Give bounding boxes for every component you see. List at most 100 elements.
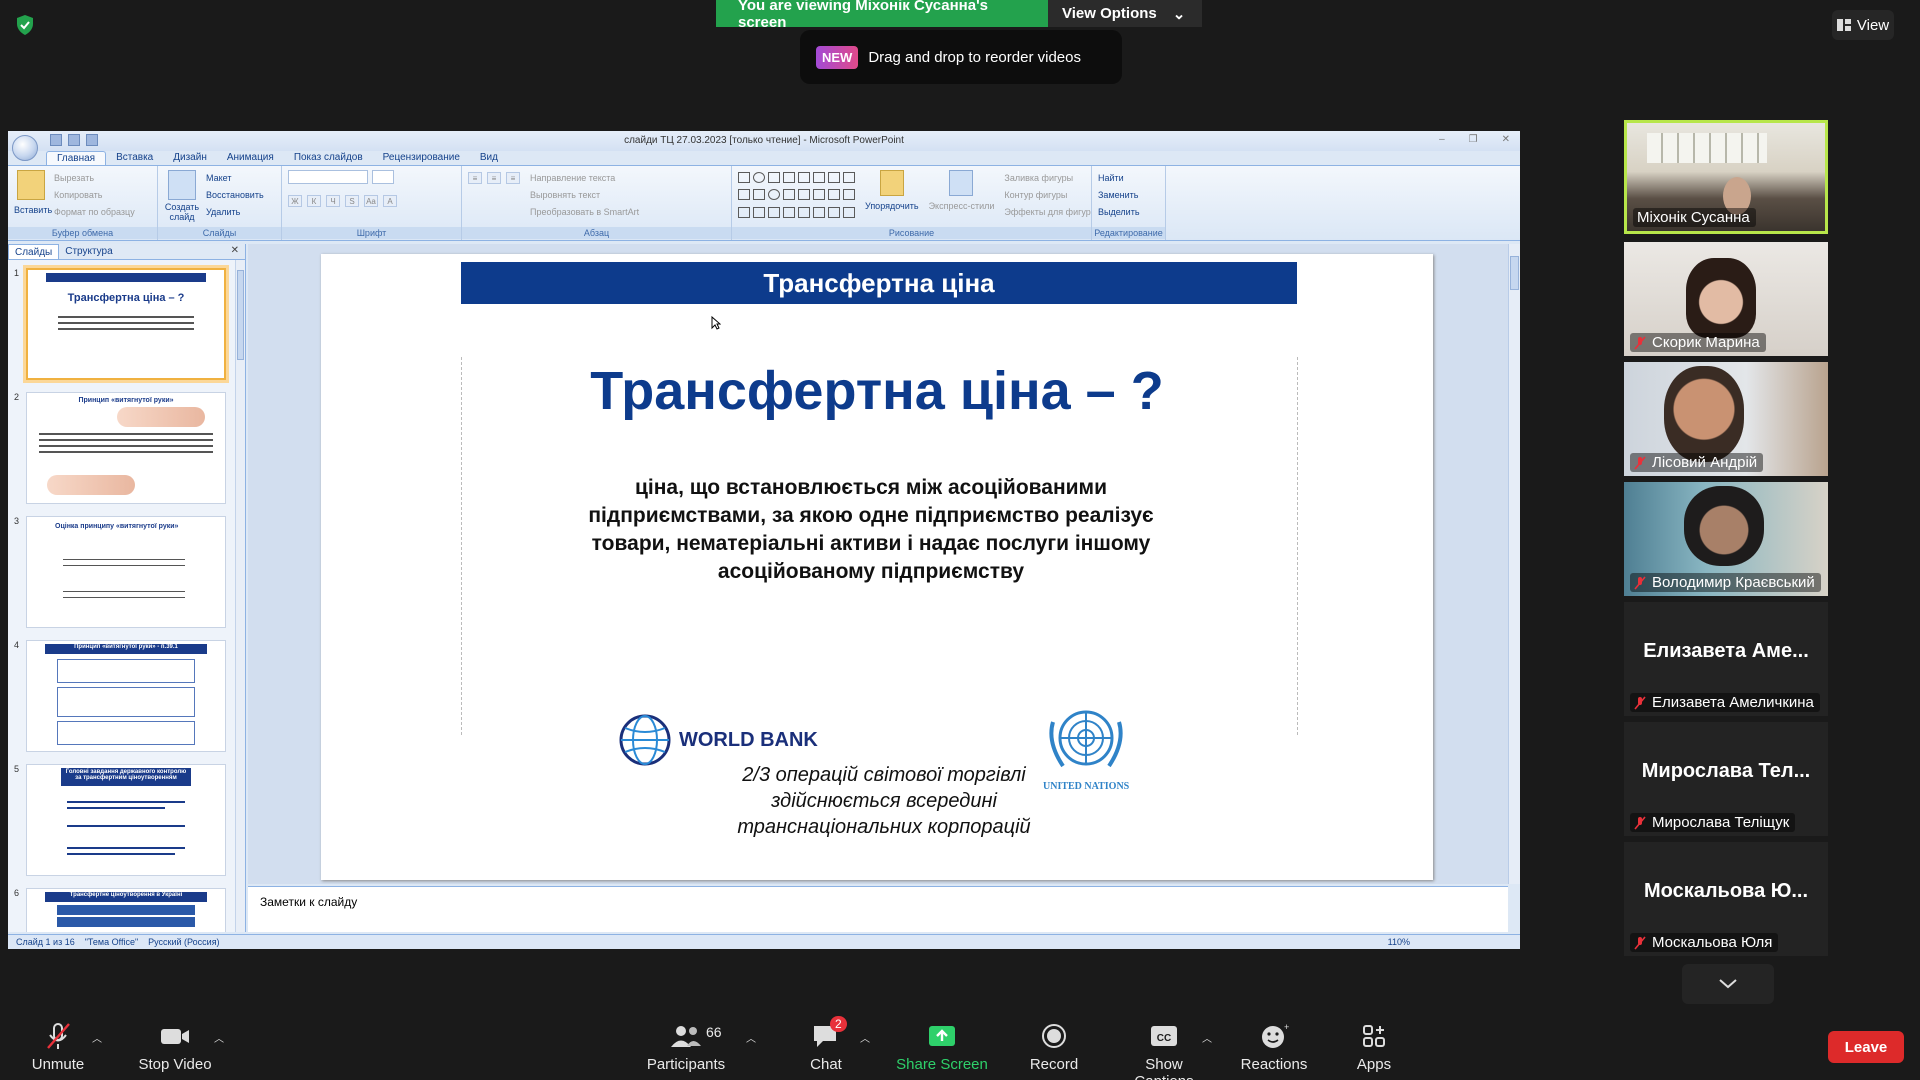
chat-caret[interactable]: ︿ xyxy=(860,1030,870,1045)
font-name-box[interactable] xyxy=(288,170,368,184)
zoom-level[interactable]: 110% xyxy=(1388,937,1410,947)
participants-caret[interactable]: ︿ xyxy=(746,1030,756,1045)
reset-button[interactable]: Восстановить xyxy=(206,187,264,204)
shared-powerpoint-window: слайди ТЦ 27.03.2023 [только чтение] - M… xyxy=(8,131,1520,949)
shape-outline-button[interactable]: Контур фигуры xyxy=(1004,187,1090,204)
bold-icon[interactable]: Ж xyxy=(288,195,302,207)
video-tile[interactable]: Скорик Марина xyxy=(1624,242,1828,356)
minimize-icon[interactable]: ‒ xyxy=(1439,134,1445,145)
arrange-icon xyxy=(879,170,904,196)
muted-mic-icon xyxy=(47,1023,70,1049)
unmute-button[interactable]: Unmute xyxy=(28,1022,88,1073)
numbering-icon[interactable]: ≡ xyxy=(487,172,501,184)
paste-label: Вставить xyxy=(14,205,53,215)
spacing-icon[interactable]: Aa xyxy=(364,195,378,207)
clipboard-group: Вставить Вырезать Копировать Формат по о… xyxy=(8,166,158,240)
font-color-icon[interactable]: A xyxy=(383,195,397,207)
find-button[interactable]: Найти xyxy=(1098,170,1159,187)
slide-thumbnail-6[interactable]: Трансфертне ціноутворення в Україні xyxy=(26,888,226,932)
copy-button[interactable]: Копировать xyxy=(54,187,135,204)
delete-slide-button[interactable]: Удалить xyxy=(206,204,264,221)
muted-mic-icon xyxy=(1634,935,1646,950)
tab-slideshow[interactable]: Показ слайдов xyxy=(284,151,373,165)
paste-button[interactable]: Вставить xyxy=(14,170,53,221)
reactions-button[interactable]: + Reactions xyxy=(1240,1022,1308,1073)
video-tile-active-speaker[interactable]: Міхонік Сусанна xyxy=(1624,120,1828,234)
video-options-caret[interactable]: ︿ xyxy=(214,1030,224,1045)
chat-badge: 2 xyxy=(830,1016,847,1032)
video-tile[interactable]: Володимир Краєвський xyxy=(1624,482,1828,596)
tab-review[interactable]: Рецензирование xyxy=(373,151,470,165)
slide-thumbnail-1[interactable]: Трансфертна ціна – ? xyxy=(23,265,229,383)
shape-fill-button[interactable]: Заливка фигуры xyxy=(1004,170,1090,187)
show-captions-label: Show Captions xyxy=(1134,1056,1193,1080)
cut-button[interactable]: Вырезать xyxy=(54,170,135,187)
text-direction-button[interactable]: Направление текста xyxy=(530,170,639,187)
current-slide[interactable]: Трансфертна ціна Трансфертна ціна – ? ці… xyxy=(321,254,1433,880)
stop-video-button[interactable]: Stop Video xyxy=(134,1022,216,1073)
quick-styles-button[interactable]: Экспресс-стили xyxy=(929,170,994,221)
record-button[interactable]: Record xyxy=(1028,1022,1080,1073)
slide-scrollbar[interactable] xyxy=(1508,244,1520,884)
audio-options-caret[interactable]: ︿ xyxy=(92,1030,102,1045)
view-button[interactable]: View xyxy=(1832,10,1894,40)
thumb-number: 6 xyxy=(14,888,20,898)
tab-insert[interactable]: Вставка xyxy=(106,151,163,165)
slide-thumbnail-3[interactable]: Оцінка принципу «витягнутої руки» xyxy=(26,516,226,628)
slide-thumbnail-5[interactable]: Головні завдання державного контролю за … xyxy=(26,764,226,876)
security-shield-icon[interactable] xyxy=(14,14,36,36)
maximize-icon[interactable]: ❐ xyxy=(1469,134,1478,145)
participant-name: Скорик Марина xyxy=(1630,333,1766,352)
italic-icon[interactable]: К xyxy=(307,195,321,207)
muted-mic-icon xyxy=(1634,695,1646,710)
smartart-button[interactable]: Преобразовать в SmartArt xyxy=(530,204,639,221)
share-screen-label: Share Screen xyxy=(896,1056,988,1073)
slide-thumbnail-2[interactable]: Принцип «витягнутої руки» xyxy=(26,392,226,504)
tab-home[interactable]: Главная xyxy=(46,151,107,165)
window-controls: ‒ ❐ ✕ xyxy=(1439,134,1510,145)
tab-view[interactable]: Вид xyxy=(470,151,508,165)
font-size-box[interactable] xyxy=(372,170,394,184)
leave-button[interactable]: Leave xyxy=(1828,1031,1904,1063)
gallery-scroll-down-button[interactable] xyxy=(1682,964,1774,1004)
view-options-button[interactable]: View Options ⌄ xyxy=(1048,0,1202,27)
shape-effects-button[interactable]: Эффекты для фигур xyxy=(1004,204,1090,221)
grid-icon xyxy=(1836,19,1851,31)
close-icon[interactable]: ✕ xyxy=(1502,134,1510,145)
align-text-button[interactable]: Выровнять текст xyxy=(530,187,639,204)
captions-caret[interactable]: ︿ xyxy=(1202,1030,1212,1045)
underline-icon[interactable]: Ч xyxy=(326,195,340,207)
slide-notes[interactable]: Заметки к слайду xyxy=(248,886,1508,932)
apps-button[interactable]: Apps xyxy=(1354,1022,1394,1073)
share-screen-button[interactable]: Share Screen xyxy=(894,1022,990,1073)
apps-icon xyxy=(1363,1025,1385,1047)
slide-editor: Трансфертна ціна Трансфертна ціна – ? ці… xyxy=(248,244,1520,884)
new-slide-button[interactable]: Создать слайд xyxy=(164,170,200,222)
tab-outline[interactable]: Структура xyxy=(59,244,118,259)
ppt-statusbar: Слайд 1 из 16 "Тема Office" Русский (Рос… xyxy=(8,934,1520,949)
indent-icon[interactable]: ≡ xyxy=(506,172,520,184)
slide-thumbnail-4[interactable]: Принцип «витягнутої руки» - п.39.1 xyxy=(26,640,226,752)
video-tile[interactable]: Елизавета Аме... Елизавета Амеличкина xyxy=(1624,602,1828,716)
bullets-icon[interactable]: ≡ xyxy=(468,172,482,184)
show-captions-button[interactable]: CC Show Captions xyxy=(1114,1022,1214,1080)
slides-pane-scrollbar[interactable] xyxy=(235,260,245,932)
shapes-gallery[interactable] xyxy=(738,172,855,221)
office-button[interactable] xyxy=(12,135,38,161)
video-tile[interactable]: Мирослава Тел... Мирослава Теліщук xyxy=(1624,722,1828,836)
video-tile[interactable]: Лісовий Андрій xyxy=(1624,362,1828,476)
chat-button[interactable]: 2 Chat xyxy=(804,1016,848,1073)
video-tile[interactable]: Москальова Ю... Москальова Юля xyxy=(1624,842,1828,956)
strike-icon[interactable]: S xyxy=(345,195,359,207)
select-button[interactable]: Выделить xyxy=(1098,204,1159,221)
view-label: View xyxy=(1856,16,1890,34)
layout-button[interactable]: Макет xyxy=(206,170,264,187)
arrange-button[interactable]: Упорядочить xyxy=(865,170,919,221)
tab-animation[interactable]: Анимация xyxy=(217,151,284,165)
replace-button[interactable]: Заменить xyxy=(1098,187,1159,204)
paragraph-group-label: Абзац xyxy=(462,227,731,239)
tab-slides[interactable]: Слайды xyxy=(8,244,60,259)
close-pane-icon[interactable]: ✕ xyxy=(231,245,239,256)
tab-design[interactable]: Дизайн xyxy=(163,151,217,165)
format-painter-button[interactable]: Формат по образцу xyxy=(54,204,135,221)
